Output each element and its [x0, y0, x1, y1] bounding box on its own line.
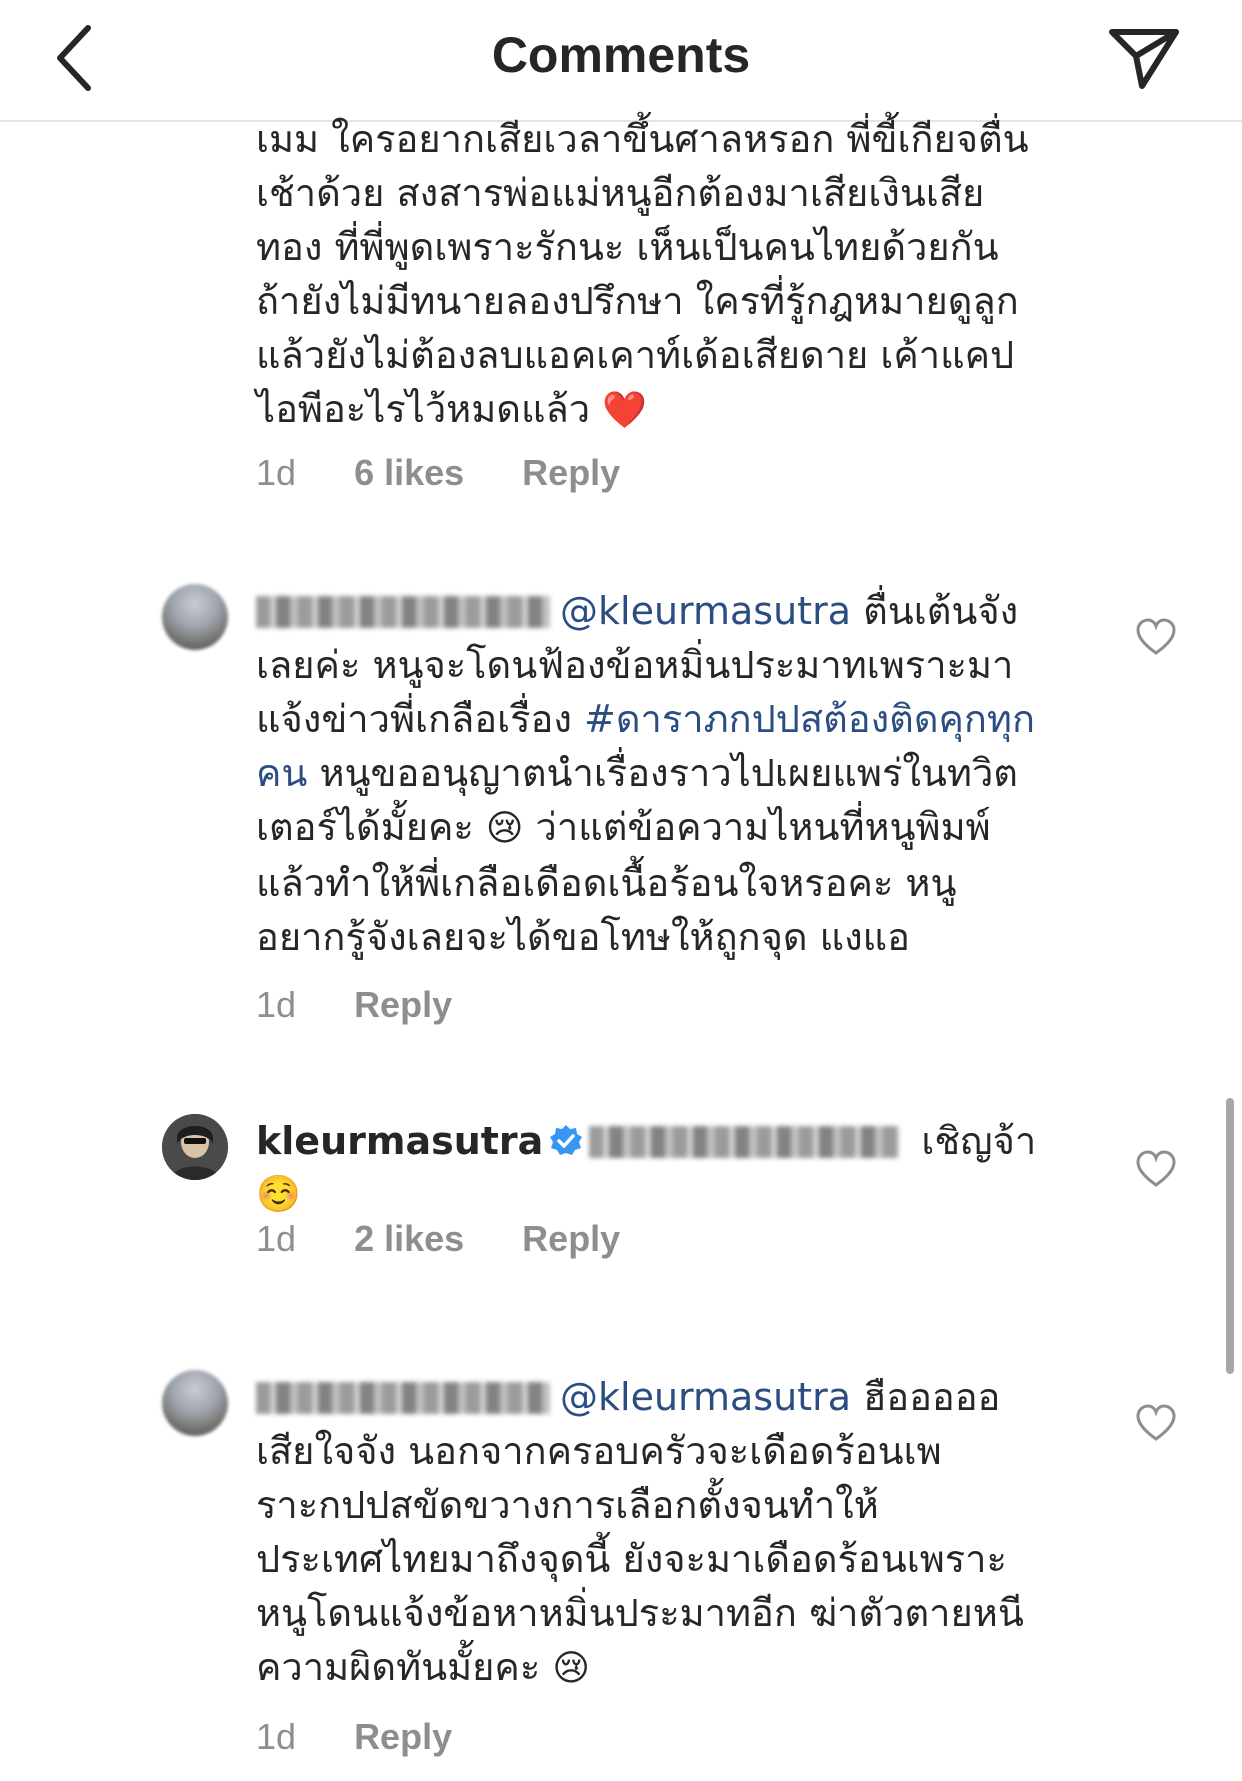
mention-blurred[interactable] [589, 1126, 900, 1158]
comment-meta: 1d Reply [256, 984, 500, 1026]
comment-meta: 1d 2 likes Reply [256, 1218, 668, 1260]
mention-link[interactable]: @kleurmasutra [560, 1375, 851, 1419]
like-heart-icon[interactable] [1136, 1150, 1176, 1190]
like-heart-icon[interactable] [1136, 618, 1176, 658]
avatar[interactable] [162, 1370, 228, 1436]
scrollbar[interactable] [1226, 1098, 1234, 1374]
hashtag-link[interactable]: #ดาราภกปปสต้องติดคุกทุก [584, 697, 1035, 741]
timestamp: 1d [256, 1218, 297, 1259]
heart-emoji: ❤️ [602, 390, 647, 431]
paper-plane-icon[interactable] [1108, 26, 1180, 90]
avatar[interactable] [162, 584, 228, 650]
timestamp: 1d [256, 1716, 297, 1757]
verified-badge-icon [550, 1125, 583, 1155]
likes-count[interactable]: 6 likes [354, 452, 464, 493]
comment-text: @kleurmasutra ฮือออออ เสียใจจัง นอกจากครอ… [256, 1375, 1024, 1689]
user-avatar-icon [162, 1114, 228, 1180]
comment-meta: 1d 6 likes Reply [256, 452, 668, 494]
reply-button[interactable]: Reply [354, 1716, 452, 1757]
top-bar: Comments [0, 0, 1242, 122]
username-blurred[interactable] [256, 1382, 550, 1414]
username[interactable]: kleurmasutra [256, 1119, 543, 1163]
reply-button[interactable]: Reply [522, 452, 620, 493]
timestamp: 1d [256, 984, 297, 1025]
crying-face-emoji: 😢 [552, 1648, 590, 1689]
comment-text: kleurmasutra เชิญจ้า ☺️ [256, 1114, 1056, 1222]
hashtag-link[interactable]: คน [256, 751, 307, 795]
timestamp: 1d [256, 452, 297, 493]
crying-face-emoji: 😢 [485, 808, 524, 849]
smiling-face-emoji: ☺️ [256, 1174, 301, 1215]
reply-button[interactable]: Reply [354, 984, 452, 1025]
username-blurred[interactable] [256, 596, 550, 628]
like-heart-icon[interactable] [1136, 1404, 1176, 1444]
comment-meta: 1d Reply [256, 1716, 500, 1758]
reply-button[interactable]: Reply [522, 1218, 620, 1259]
comment-text: @kleurmasutra ตื่นเต้นจัง เลยค่ะ หนูจะโดน… [256, 589, 1035, 959]
avatar[interactable] [162, 1114, 228, 1180]
comment-text: เมม ใครอยากเสียเวลาขึ้นศาลหรอก พี่ขี้เกี… [256, 117, 1029, 431]
mention-link[interactable]: @kleurmasutra [560, 589, 851, 633]
likes-count[interactable]: 2 likes [354, 1218, 464, 1259]
page-title: Comments [491, 27, 751, 83]
